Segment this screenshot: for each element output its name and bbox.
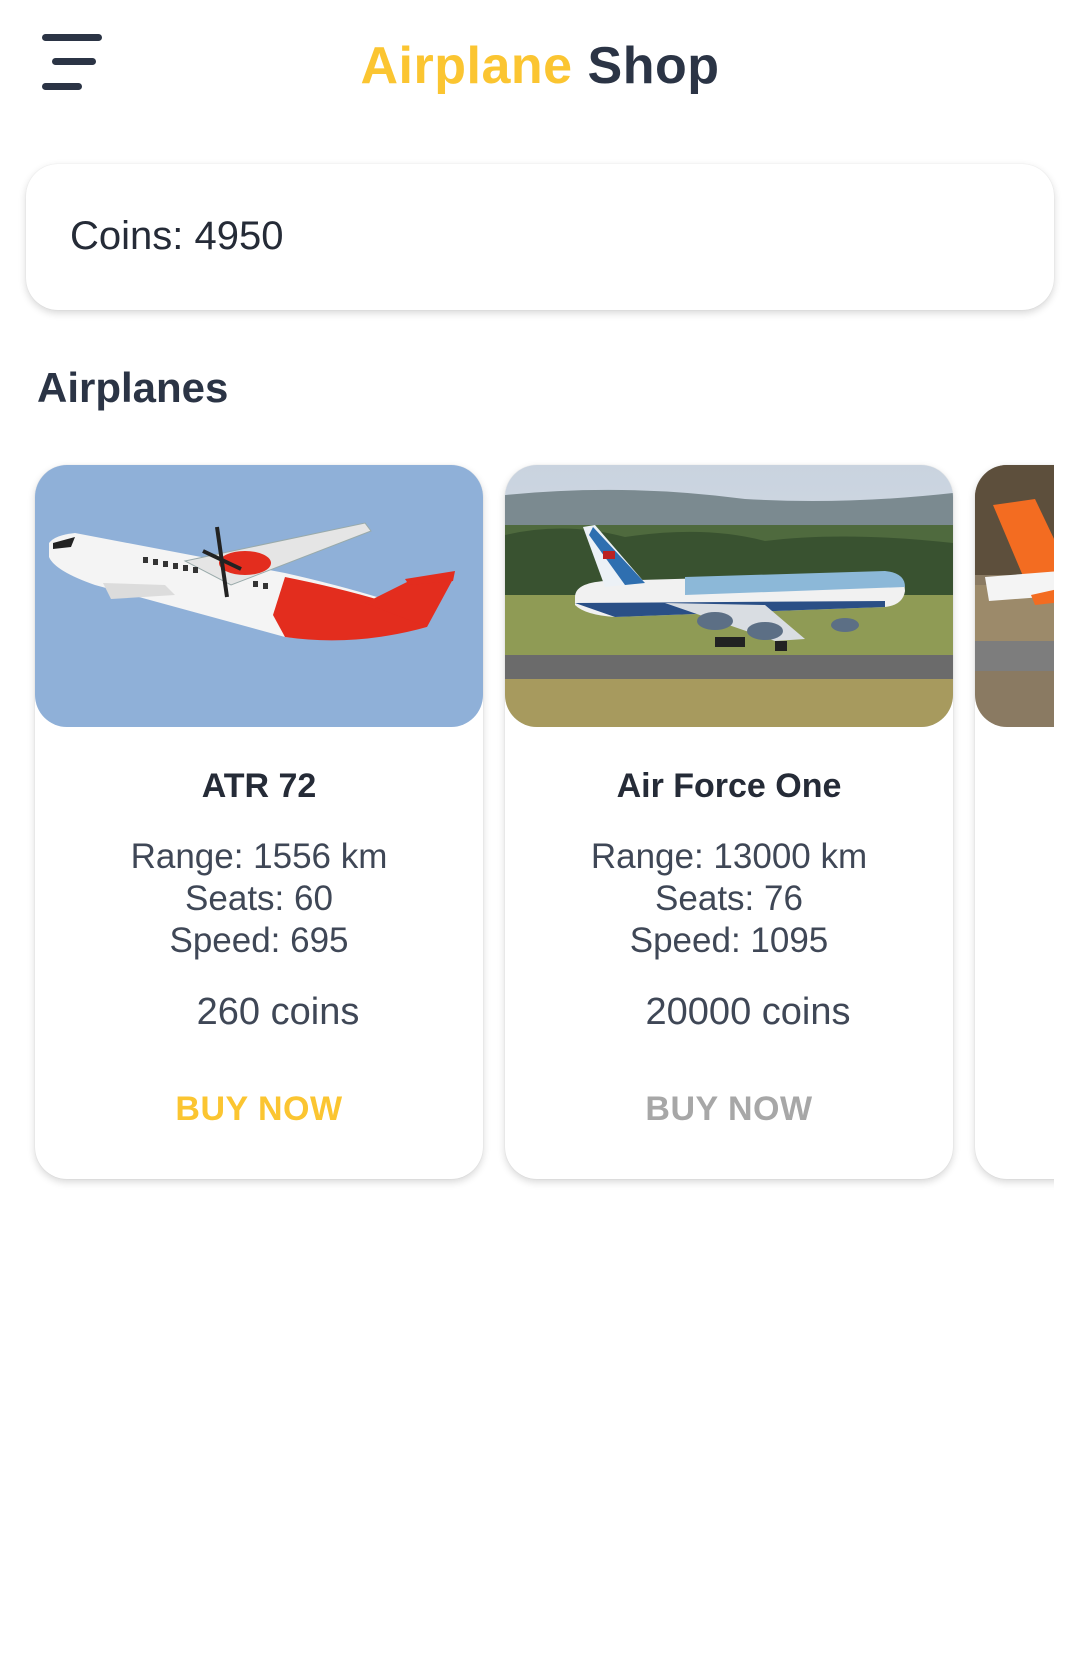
atr-72-image <box>35 465 483 727</box>
airplane-seats: Seats: 76 <box>655 879 803 918</box>
airplane-price: 260 coins <box>196 991 360 1033</box>
air-force-one-image <box>505 465 953 727</box>
coins-card: Coins: 4950 <box>26 164 1054 310</box>
buy-now-button[interactable]: BUY NOW <box>615 1081 843 1137</box>
app-header: Airplane Shop <box>0 0 1080 140</box>
coins-balance: Coins: 4950 <box>70 214 284 258</box>
airplane-name: Air Force One <box>616 767 842 805</box>
airplane-range: Range: 1556 km <box>130 837 388 876</box>
app-title: Airplane Shop <box>0 36 1080 96</box>
airplane-card-atr-72[interactable]: ATR 72 Range: 1556 km Seats: 60 Speed: 6… <box>35 465 483 1179</box>
airplane-range: Range: 13000 km <box>590 837 868 876</box>
airplane-price: 20000 coins <box>645 991 851 1033</box>
airplane-seats: Seats: 60 <box>185 879 333 918</box>
airplane-name: ATR 72 <box>201 767 317 805</box>
section-title: Airplanes <box>37 364 229 411</box>
buy-now-button[interactable]: BUY NOW <box>145 1081 373 1137</box>
easyjet-image <box>975 465 1054 727</box>
app-title-main: Shop <box>587 37 720 95</box>
airplane-speed: Speed: 1095 <box>629 921 829 960</box>
airplane-carousel[interactable]: ATR 72 Range: 1556 km Seats: 60 Speed: 6… <box>26 455 1054 1195</box>
airplane-card-partial[interactable] <box>975 465 1054 1179</box>
airplane-speed: Speed: 695 <box>169 921 349 960</box>
app-title-accent: Airplane <box>360 37 573 95</box>
airplane-card-air-force-one[interactable]: Air Force One Range: 13000 km Seats: 76 … <box>505 465 953 1179</box>
